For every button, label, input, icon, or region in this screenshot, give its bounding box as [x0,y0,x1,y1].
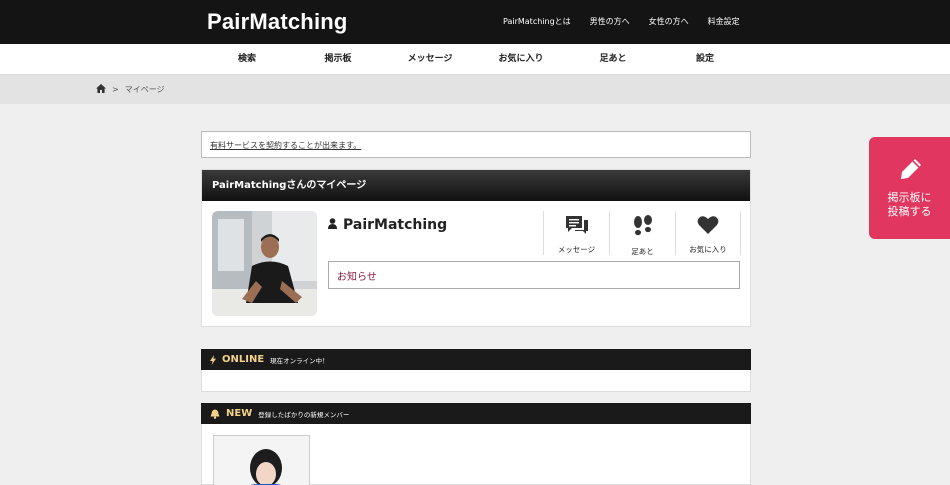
nav-item-footprints[interactable]: 足あと [567,44,659,75]
site-logo[interactable]: PairMatching [207,9,348,35]
messages-button[interactable]: メッセージ [543,211,609,255]
post-to-board-button[interactable]: 掲示板に 投稿する [869,137,950,239]
online-list [201,370,751,392]
nav-item-settings[interactable]: 設定 [659,44,751,75]
breadcrumb-current: マイページ [124,85,165,94]
user-icon [328,217,337,233]
paid-service-link[interactable]: 有料サービスを契約することが出来ます。 [210,140,361,151]
footprints-icon [632,215,654,241]
header-link-about[interactable]: PairMatchingとは [503,16,571,27]
message-icon [565,215,589,239]
header-link-men[interactable]: 男性の方へ [590,16,630,27]
notice-box: 有料サービスを契約することが出来ます。 [201,131,751,158]
nav-item-favorites[interactable]: お気に入り [475,44,567,75]
bolt-icon [210,350,216,369]
nav-item-search[interactable]: 検索 [201,44,293,75]
mypage-actions: メッセージ 足あと お気に入り [543,211,741,256]
news-box[interactable]: お知らせ [328,261,740,289]
nav-item-messages[interactable]: メッセージ [384,44,476,75]
footprints-button[interactable]: 足あと [609,211,675,256]
online-section-header: ONLINE 現在オンライン中！ [201,349,751,370]
mypage-title: PairMatchingさんのマイページ [202,170,750,201]
pencil-icon [899,157,923,185]
news-label: お知らせ [337,272,377,283]
online-subtitle: 現在オンライン中！ [270,356,329,365]
home-icon[interactable] [96,84,106,95]
member-thumbnail[interactable] [213,435,310,485]
footprints-label: 足あと [631,247,654,256]
breadcrumb-separator: > [112,85,119,94]
post-button-label: 掲示板に 投稿する [869,191,950,219]
new-section-header: NEW 登録したばかりの新規メンバー [201,403,751,424]
header-link-pricing[interactable]: 料金設定 [708,16,740,27]
messages-label: メッセージ [557,245,596,254]
username-text: PairMatching [343,217,448,233]
favorites-button[interactable]: お気に入り [675,211,741,255]
online-title: ONLINE [222,354,265,365]
breadcrumb-bar: > マイページ [0,75,950,104]
post-button-line2: 投稿する [887,205,932,218]
avatar[interactable] [212,211,317,316]
mypage-card: PairMatchingさんのマイページ PairMatching メッセージ [201,169,751,327]
heart-icon [697,215,719,239]
new-title: NEW [226,408,253,419]
nav-item-board[interactable]: 掲示板 [292,44,384,75]
header-link-women[interactable]: 女性の方へ [649,16,689,27]
top-header: PairMatching PairMatchingとは 男性の方へ 女性の方へ … [0,0,950,44]
main-nav: 検索 掲示板 メッセージ お気に入り 足あと 設定 [0,44,950,75]
new-members-list [201,424,751,485]
breadcrumb: > マイページ [96,84,165,95]
new-subtitle: 登録したばかりの新規メンバー [258,410,350,419]
username: PairMatching [328,217,447,233]
favorites-label: お気に入り [689,245,727,254]
header-links: PairMatchingとは 男性の方へ 女性の方へ 料金設定 [503,16,759,27]
bell-icon [210,404,220,423]
post-button-line1: 掲示板に [887,191,932,204]
